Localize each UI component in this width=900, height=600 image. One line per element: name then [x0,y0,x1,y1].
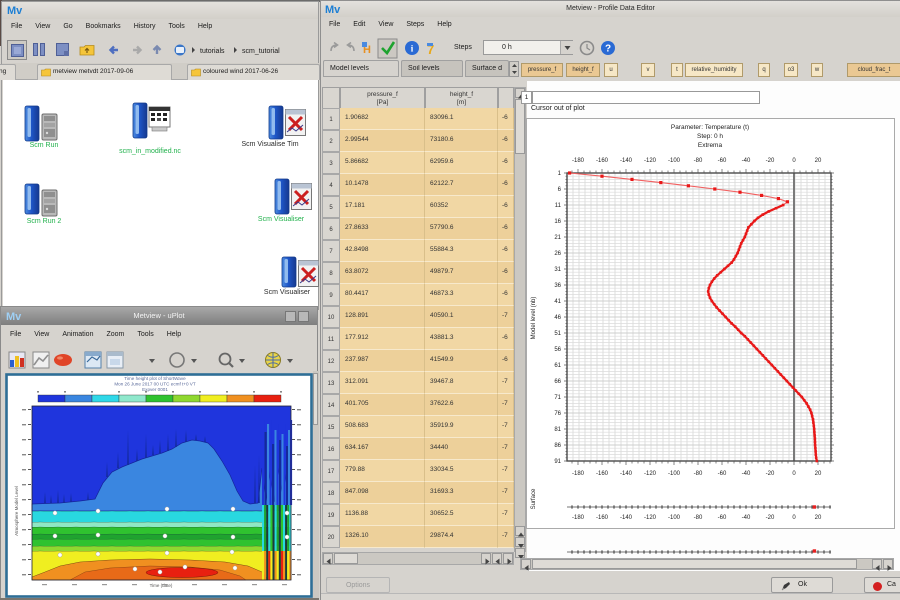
svg-text:20: 20 [815,515,822,521]
svg-text:41: 41 [554,299,561,305]
svg-text:91: 91 [554,459,561,465]
svg-text:?: ? [605,44,611,55]
svg-text:-80: -80 [694,158,703,164]
svg-text:-20: -20 [766,471,775,477]
svg-text:20: 20 [815,471,822,477]
svg-text:36: 36 [554,283,561,289]
svg-text:26: 26 [554,251,561,257]
svg-text:-100: -100 [668,515,681,521]
svg-text:31: 31 [554,267,561,273]
svg-text:-100: -100 [668,471,681,477]
svg-text:-20: -20 [766,158,775,164]
svg-text:tutorials: tutorials [200,48,225,55]
svg-text:Step: 0 h: Step: 0 h [697,133,723,140]
svg-text:21: 21 [554,235,561,241]
svg-text:Time (date): Time (date) [150,583,173,588]
svg-text:51: 51 [554,331,561,337]
svg-text:20: 20 [815,158,822,164]
svg-text:-160: -160 [596,515,609,521]
svg-text:71: 71 [554,395,561,401]
svg-text:-60: -60 [718,515,727,521]
svg-text:-180: -180 [572,471,585,477]
svg-text:-40: -40 [742,515,751,521]
svg-text:Surface: Surface [531,488,537,509]
svg-text:76: 76 [554,411,561,417]
svg-text:56: 56 [554,347,561,353]
svg-text:-140: -140 [620,515,633,521]
svg-text:-60: -60 [718,158,727,164]
svg-text:-160: -160 [596,158,609,164]
svg-text:Time height plot of ShortWave: Time height plot of ShortWave [124,376,186,381]
svg-text:-160: -160 [596,471,609,477]
svg-text:scm_tutorial: scm_tutorial [242,48,280,55]
svg-text:-80: -80 [694,515,703,521]
svg-text:-60: -60 [718,471,727,477]
svg-text:16: 16 [554,219,561,225]
svg-text:-80: -80 [694,471,703,477]
svg-text:-120: -120 [644,471,657,477]
svg-text:-20: -20 [766,515,775,521]
svg-text:Mon 26 June 2017 00 UTC ecmf t: Mon 26 June 2017 00 UTC ecmf t+0 VT [114,382,196,387]
svg-text:-180: -180 [572,515,585,521]
svg-text:-180: -180 [572,158,585,164]
svg-text:-40: -40 [742,471,751,477]
svg-text:-120: -120 [644,158,657,164]
svg-text:-40: -40 [742,158,751,164]
svg-text:46: 46 [554,315,561,321]
svg-text:Mv: Mv [7,5,23,17]
svg-text:Parameter: Temperature (t): Parameter: Temperature (t) [671,124,749,131]
svg-text:Model level (nb): Model level (nb) [531,297,537,340]
svg-text:-120: -120 [644,515,657,521]
svg-text:-140: -140 [620,158,633,164]
svg-text:-100: -100 [668,158,681,164]
svg-text:61: 61 [554,363,561,369]
svg-text:11: 11 [555,203,562,209]
svg-text:-140: -140 [620,471,633,477]
svg-text:66: 66 [554,379,561,385]
svg-text:Extrema: Extrema [698,142,723,149]
svg-text:Atmosphere Model Level: Atmosphere Model Level [14,486,19,536]
svg-text:86: 86 [554,443,561,449]
svg-text:81: 81 [554,427,561,433]
